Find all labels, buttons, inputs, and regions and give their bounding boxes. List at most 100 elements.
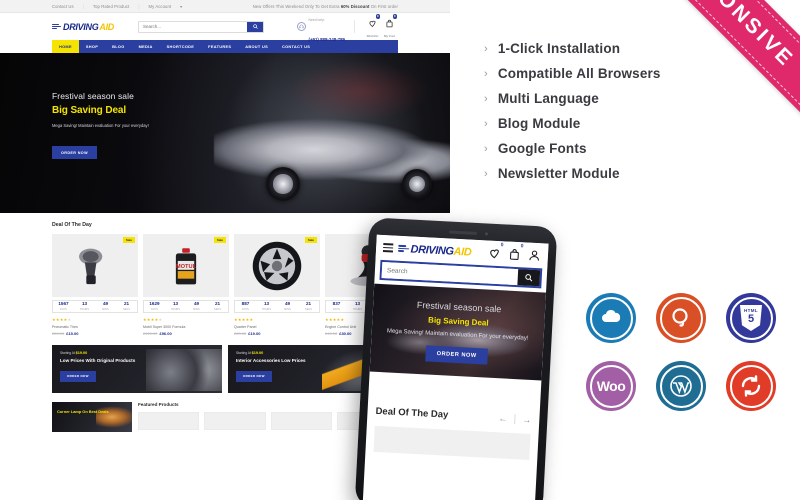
- product-new-price: £15.00: [66, 330, 79, 336]
- refresh-icon: [726, 361, 776, 411]
- nav-item-shortcode[interactable]: SHORTCODE: [160, 40, 202, 53]
- speed-lines-icon: [52, 23, 61, 30]
- timer-days: 887 DAYS: [235, 301, 256, 312]
- site-logo[interactable]: DRIVING AID: [52, 22, 114, 32]
- topbar-divider: |: [138, 3, 140, 9]
- alloy-wheel-image: [252, 241, 302, 290]
- promo-starting-label: Starting At: [60, 350, 76, 355]
- technology-icon-grid: HTML 5 Woo: [576, 284, 786, 420]
- featured-product-card[interactable]: [270, 411, 332, 430]
- mobile-search-input[interactable]: [381, 262, 519, 286]
- mobile-cart-button[interactable]: 0: [508, 243, 524, 262]
- mobile-wishlist-button[interactable]: 0: [488, 242, 504, 261]
- nav-item-features[interactable]: FEATURES: [201, 40, 238, 53]
- mobile-product-card[interactable]: [373, 425, 531, 460]
- countdown-timer: 1629 DAYS 13 HOURS 49 MINS 21 SECS: [143, 300, 229, 313]
- timer-mins-value: 49: [102, 301, 109, 307]
- timer-mins-value: 49: [193, 301, 200, 307]
- carousel-next-arrow-icon[interactable]: →: [522, 414, 532, 424]
- countdown-timer: 887 DAYS 13 HOURS 49 MINS 21 SECS: [234, 300, 320, 313]
- product-new-price: £96.00: [159, 330, 172, 336]
- mobile-deal-title: Deal Of The Day: [375, 405, 449, 421]
- nav-item-contact-us[interactable]: CONTACT US: [275, 40, 317, 53]
- product-card[interactable]: Sale MOTUL 1629 DAYS 13 HOURS 49 MINS 21 SEC…: [143, 234, 229, 336]
- featured-product-card[interactable]: [204, 411, 266, 430]
- promo-order-now-button[interactable]: ORDER NOW: [60, 370, 96, 382]
- timer-hours-value: 13: [263, 301, 270, 307]
- timer-days-label: DAYS: [60, 307, 67, 311]
- promo-heading: Interior Accessories Low Prices: [236, 358, 306, 363]
- phone-camera: [484, 232, 489, 236]
- corner-lamp-banner[interactable]: Corner Lamp On Best Deals: [52, 401, 132, 432]
- topbar-promo-highlight: 60% Discount: [340, 3, 370, 9]
- html5-icon: HTML 5: [726, 293, 776, 343]
- feature-label: 1-Click Installation: [497, 41, 621, 56]
- timer-days-label: DAYS: [242, 307, 249, 311]
- nav-item-about-us[interactable]: ABOUT US: [238, 40, 275, 53]
- search-button[interactable]: [247, 21, 264, 32]
- mobile-account-button[interactable]: [528, 249, 542, 263]
- timer-days-value: 887: [241, 301, 250, 307]
- hero-order-now-button[interactable]: ORDER NOW: [52, 146, 97, 159]
- product-old-price: £120.00: [143, 330, 158, 336]
- motor-oil-bottle-image: MOTUL: [175, 247, 197, 284]
- search-icon: [252, 24, 258, 29]
- hero-wheel-front: [266, 167, 300, 201]
- product-old-price: £25.00: [234, 330, 247, 336]
- html5-version: 5: [747, 313, 755, 325]
- promo-order-now-button[interactable]: ORDER NOW: [236, 370, 272, 382]
- mobile-hero-banner: Frestival season sale Big Saving Deal Me…: [369, 283, 547, 381]
- timer-days-label: DAYS: [333, 307, 340, 311]
- mobile-header-icons: 0 0: [488, 242, 542, 263]
- chevron-down-icon[interactable]: ▾: [180, 4, 182, 9]
- featured-product-card[interactable]: [138, 411, 200, 430]
- product-rating: ★★★★★: [143, 317, 163, 322]
- product-card[interactable]: Sale 887 DAYS 13 HOURS 49 MINS 21 SECS ★…: [234, 234, 320, 336]
- product-thumbnail: Sale: [52, 234, 138, 297]
- timer-days-value: 1629: [149, 301, 160, 307]
- arrow-divider: [514, 413, 516, 424]
- tech-cell: Woo: [576, 352, 646, 420]
- tech-cell: [716, 352, 786, 420]
- nav-item-shop[interactable]: SHOP: [79, 40, 105, 53]
- promo-banner-low-prices[interactable]: Starting At $19.00 Low Prices With Origi…: [52, 344, 222, 393]
- topbar-link-contact-us[interactable]: Contact Us: [52, 4, 74, 9]
- topbar-promo-suffix: On First order: [369, 3, 398, 9]
- search-input[interactable]: [139, 21, 248, 32]
- product-new-price: £19.00: [248, 330, 261, 336]
- shopping-bag-icon: [386, 20, 393, 28]
- timer-secs: 21SECS: [298, 301, 319, 312]
- topbar-link-my-account[interactable]: My Account: [149, 4, 172, 9]
- headset-icon: [296, 22, 306, 31]
- product-name[interactable]: Pneumatic Tires: [52, 325, 138, 329]
- wishlist-count-badge: 0: [375, 14, 380, 19]
- promo-price: $19.00: [251, 350, 264, 355]
- header-search[interactable]: [138, 20, 265, 33]
- wishlist-button[interactable]: 0 Wishlist: [364, 14, 381, 38]
- product-thumbnail: Sale MOTUL: [143, 234, 229, 297]
- hamburger-menu-icon[interactable]: [382, 243, 394, 253]
- product-rating: ★★★★★: [52, 317, 72, 322]
- product-name[interactable]: Mobil Super 3000 Formula: [143, 325, 229, 329]
- help-label: Need help:: [308, 17, 325, 22]
- promo-banner-row: Starting At $19.00 Low Prices With Origi…: [52, 344, 398, 393]
- hero-banner: Frestival season sale Big Saving Deal Me…: [0, 53, 450, 213]
- product-old-price: £20.00: [52, 330, 65, 336]
- mobile-search-button[interactable]: [517, 269, 541, 287]
- product-name[interactable]: Quarter Panel: [234, 325, 320, 329]
- cart-button[interactable]: 0 My Cart: [381, 14, 398, 38]
- phone-speaker: [449, 230, 478, 235]
- topbar-link-top-rated-product[interactable]: Top Rated Product: [93, 4, 129, 9]
- carousel-prev-arrow-icon[interactable]: ←: [498, 413, 508, 423]
- mobile-hero-order-now-button[interactable]: ORDER NOW: [425, 345, 488, 365]
- pneumatic-tire-image: [79, 248, 103, 284]
- nav-item-media[interactable]: MEDIA: [132, 40, 160, 53]
- timer-days: 837 DAYS: [326, 301, 347, 312]
- heart-icon: [490, 249, 499, 259]
- nav-item-blog[interactable]: BLOG: [105, 40, 131, 53]
- sale-badge: Sale: [304, 237, 317, 243]
- timer-mins: 49MINS: [95, 301, 116, 312]
- product-card[interactable]: Sale 1567 DAYS 13 HOURS 49 MINS 21 SECS ★★★★…: [52, 234, 138, 336]
- deal-product-row: Sale 1567 DAYS 13 HOURS 49 MINS 21 SECS ★★★★…: [52, 234, 450, 336]
- nav-item-home[interactable]: HOME: [52, 40, 79, 53]
